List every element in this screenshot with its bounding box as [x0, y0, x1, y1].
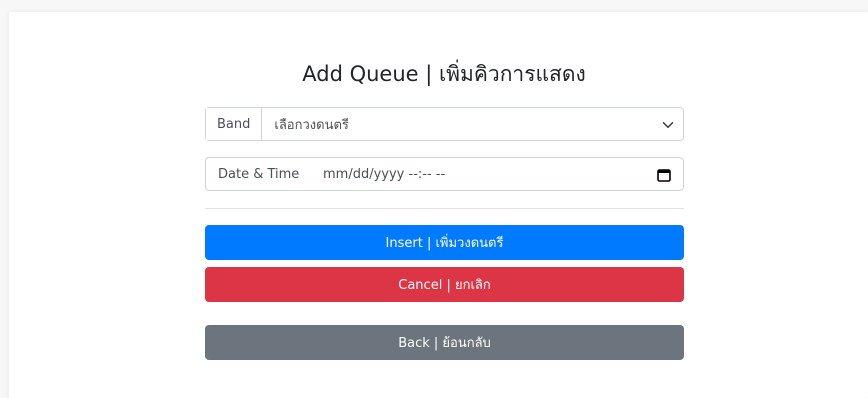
- back-button[interactable]: Back | ย้อนกลับ: [205, 325, 684, 360]
- calendar-icon[interactable]: [657, 168, 671, 182]
- form-divider: [205, 208, 684, 209]
- page-title: Add Queue | เพิ่มคิวการแสดง: [302, 62, 586, 86]
- band-selected-value: เลือกวงดนตรี: [274, 117, 349, 133]
- cancel-button[interactable]: Cancel | ยกเลิก: [205, 267, 684, 302]
- datetime-label: Date & Time: [218, 166, 300, 182]
- band-label: Band: [206, 108, 263, 140]
- chevron-down-icon: [662, 122, 674, 128]
- band-select-group[interactable]: Band เลือกวงดนตรี: [205, 107, 684, 141]
- datetime-input[interactable]: Date & Time mm/dd/yyyy --:-- --: [205, 157, 684, 191]
- datetime-value[interactable]: mm/dd/yyyy --:-- --: [323, 167, 445, 182]
- insert-button[interactable]: Insert | เพิ่มวงดนตรี: [205, 225, 684, 260]
- band-select[interactable]: เลือกวงดนตรี: [262, 108, 683, 140]
- datetime-group[interactable]: Date & Time mm/dd/yyyy --:-- --: [205, 157, 684, 191]
